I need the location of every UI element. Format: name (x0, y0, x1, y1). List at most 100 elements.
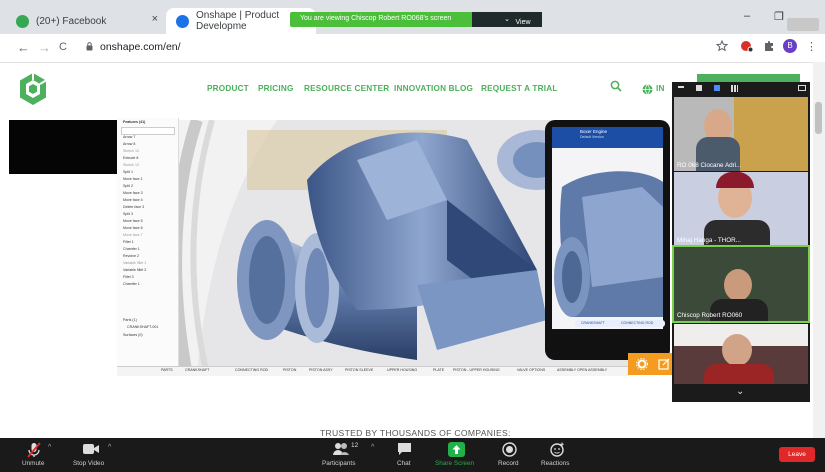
cad-tab[interactable]: ASSEMBLY OPEN ASSEMBLY (557, 368, 607, 372)
feature-tree-item[interactable]: Revolve 2 (123, 254, 139, 258)
participant-tile-active[interactable]: Chiscop Robert RO060 (672, 245, 810, 323)
feature-tree-item[interactable]: Chamfer 1 (123, 282, 140, 286)
participant-tile[interactable]: Mihaj Hanga - THOR... (674, 172, 808, 246)
onshape-logo-icon[interactable] (18, 72, 48, 106)
phone-tab-connecting-rod[interactable]: CONNECTING ROD (621, 321, 653, 325)
feature-tree-item[interactable]: Split 3 (123, 212, 133, 216)
cad-tab[interactable]: UPPER HOUSING (387, 368, 417, 372)
feature-tree-item[interactable]: Move face 3 (123, 191, 143, 195)
language-selector[interactable]: IN (656, 84, 665, 93)
cad-tab[interactable]: PISTON (283, 368, 296, 372)
participants-icon[interactable] (333, 442, 349, 456)
cad-tab[interactable]: PISTON SLEEVE (345, 368, 373, 372)
globe-icon[interactable] (642, 84, 653, 95)
lock-icon (86, 42, 93, 51)
tab-close-icon[interactable]: × (152, 13, 158, 25)
search-icon[interactable] (610, 80, 622, 92)
share-screen-label[interactable]: Share Screen (435, 460, 474, 467)
feature-tree-item[interactable]: Sketch 10 (123, 149, 139, 153)
gallery-view-icon[interactable] (731, 85, 738, 92)
stop-video-label[interactable]: Stop Video (73, 460, 104, 467)
feature-tree-item[interactable]: Variable fillet 1 (123, 261, 146, 265)
cad-tab[interactable]: CONNECTING ROD (235, 368, 268, 372)
cad-tab[interactable]: PLATE (433, 368, 444, 372)
page-scrollbar[interactable] (813, 62, 825, 438)
participants-caret-icon[interactable]: ^ (371, 444, 374, 451)
feature-tree-item[interactable]: Variable fillet 2 (123, 268, 146, 272)
parts-section[interactable]: Parts (1) (123, 318, 137, 322)
feature-tree-item[interactable]: Fillet 3 (123, 275, 134, 279)
feature-filter-input[interactable] (121, 127, 175, 135)
profile-avatar[interactable]: B (783, 39, 797, 53)
phone-app-header: Boxer Engine Default Version (552, 127, 663, 148)
back-icon[interactable]: ← (17, 40, 30, 55)
reactions-icon[interactable] (550, 442, 565, 457)
feature-tree-panel: Features (41) Arrow 7 Arrow 8 Sketch 10 … (117, 118, 179, 372)
feature-tree-item[interactable]: Move face 6 (123, 226, 143, 230)
microphone-muted-icon[interactable] (26, 442, 42, 458)
zoom-share-mini-control[interactable] (787, 18, 819, 31)
puzzle-icon[interactable] (763, 40, 775, 52)
chat-icon[interactable] (397, 442, 412, 456)
feature-tree-item[interactable]: Arrow 7 (123, 135, 135, 139)
cad-tab[interactable]: CRANKSHAFT (185, 368, 209, 372)
more-participants-icon[interactable]: ⌄ (736, 386, 744, 397)
feature-tree-item[interactable]: Arrow 8 (123, 142, 135, 146)
audio-options-caret-icon[interactable]: ^ (48, 444, 51, 451)
nav-resource-center[interactable]: RESOURCE CENTER (304, 84, 389, 93)
feature-tree-item[interactable]: Delete face 3 (123, 205, 144, 209)
feature-tree-item[interactable]: Sketch 13 (123, 163, 139, 167)
reactions-label[interactable]: Reactions (541, 460, 569, 467)
screen-share-banner: You are viewing Chiscop Robert RO068's s… (290, 12, 542, 41)
chat-label[interactable]: Chat (397, 460, 411, 467)
participant-tile[interactable] (674, 324, 808, 384)
feature-tree-item[interactable]: Move face 4 (123, 198, 143, 202)
forward-icon[interactable]: → (38, 40, 51, 55)
video-options-caret-icon[interactable]: ^ (108, 444, 111, 451)
participants-label[interactable]: Participants (322, 460, 355, 467)
reload-icon[interactable]: C (59, 41, 67, 53)
feature-tree-item[interactable]: Move face 7 (123, 233, 143, 237)
phone-tab-crankshaft[interactable]: CRANKSHAFT (581, 321, 605, 325)
cad-tab[interactable]: PARTS (161, 368, 173, 372)
phone-screen (552, 127, 663, 329)
speaker-view-icon[interactable] (696, 85, 702, 91)
feature-tree-item[interactable]: Split 1 (123, 170, 133, 174)
feature-tree-item[interactable]: Chamfer 1 (123, 247, 140, 251)
nav-pricing[interactable]: PRICING (258, 84, 294, 93)
part-item[interactable]: CRANKSHAFT-001 (127, 325, 158, 329)
record-label[interactable]: Record (498, 460, 519, 467)
star-icon[interactable] (716, 40, 728, 52)
feature-tree-item[interactable]: Move face 5 (123, 219, 143, 223)
strip-view-icon[interactable] (714, 85, 720, 91)
phone-cad-render (552, 127, 663, 329)
view-options-button[interactable]: View Options ⌄ (472, 12, 542, 41)
share-screen-icon[interactable] (448, 442, 465, 457)
scrollbar-thumb[interactable] (815, 102, 822, 134)
cad-tab[interactable]: PISTON - UPPER HOUSING (453, 368, 500, 372)
minimize-video-icon[interactable] (678, 86, 684, 88)
nav-request-trial[interactable]: REQUEST A TRIAL (481, 84, 558, 93)
cad-tab[interactable]: VALVE OPTIONS (517, 368, 545, 372)
video-camera-icon[interactable] (82, 442, 100, 456)
menu-icon[interactable]: ⋮ (806, 40, 817, 53)
cad-settings-button[interactable] (628, 353, 674, 375)
extension-icon[interactable] (740, 39, 754, 53)
feature-tree-item[interactable]: Extrude 8 (123, 156, 138, 160)
cad-tab[interactable]: PISTON ASSY (309, 368, 333, 372)
feature-tree-item[interactable]: Move face 1 (123, 177, 143, 181)
url-text[interactable]: onshape.com/en/ (100, 41, 181, 53)
minimize-button[interactable]: – (744, 10, 750, 22)
restore-button[interactable]: ❐ (774, 10, 784, 23)
unmute-label[interactable]: Unmute (22, 460, 44, 467)
participant-tile[interactable]: RO 068 Ciocane Adri... (674, 97, 808, 171)
nav-product[interactable]: PRODUCT (207, 84, 249, 93)
tab-facebook[interactable]: (20+) Facebook × (6, 8, 166, 34)
leave-button[interactable]: Leave (779, 447, 815, 462)
exit-fullscreen-icon[interactable] (798, 85, 806, 91)
feature-tree-item[interactable]: Fillet 1 (123, 240, 134, 244)
nav-innovation-blog[interactable]: INNOVATION BLOG (394, 84, 473, 93)
record-icon[interactable] (502, 442, 517, 457)
surfaces-section[interactable]: Surfaces (0) (123, 333, 143, 337)
feature-tree-item[interactable]: Split 2 (123, 184, 133, 188)
